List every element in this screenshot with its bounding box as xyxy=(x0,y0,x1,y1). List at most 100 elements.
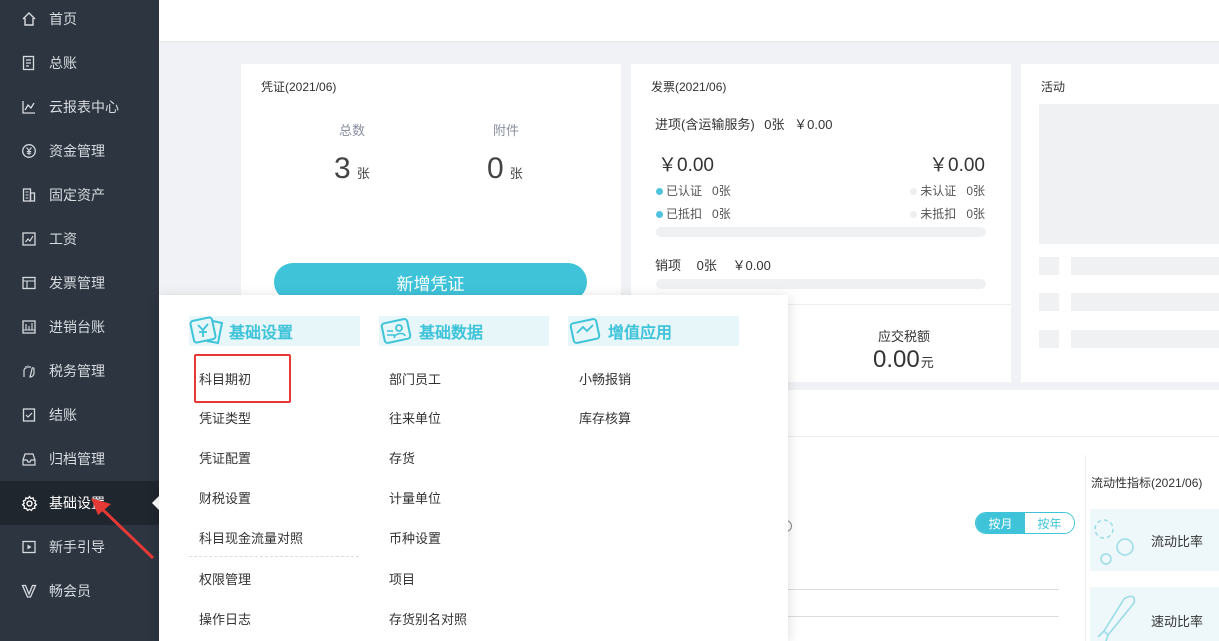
gear-icon xyxy=(20,494,38,512)
invoice-certified: 已认证 0张 xyxy=(656,182,731,199)
quick-ratio-card[interactable]: 速动比率 xyxy=(1090,587,1219,641)
invoice-icon xyxy=(20,274,38,292)
col-title-value-added: 增值应用 xyxy=(608,325,673,342)
certified-label: 已认证 xyxy=(666,184,703,198)
sidebar-item-label: 总账 xyxy=(49,55,77,71)
col-head-basic-data: 基础数据 xyxy=(379,316,549,346)
tax-unit: 元 xyxy=(920,355,934,370)
invoice-output-amount: ￥0.00 xyxy=(732,258,771,273)
menu-item-currency[interactable]: 币种设置 xyxy=(389,528,441,547)
liquidity-title: 流动性指标(2021/06) xyxy=(1091,476,1203,490)
sidebar-item-label: 归档管理 xyxy=(49,451,105,467)
undeducted-dot xyxy=(910,211,918,219)
sidebar-item-home[interactable]: 首页 xyxy=(0,0,159,41)
sidebar-item-label: 工资 xyxy=(49,231,77,247)
invoice-uncertified: 未认证 0张 xyxy=(910,182,985,199)
invoice-input-row: 进项(含运输服务) 0张 ￥0.00 xyxy=(655,114,832,133)
activity-line-bullet xyxy=(1039,293,1059,311)
voucher-total-label: 总数 xyxy=(339,123,366,138)
salary-chart-icon xyxy=(20,230,38,248)
activity-line-placeholder xyxy=(1071,257,1219,275)
sidebar-item-report-center[interactable]: 云报表中心 xyxy=(0,85,159,129)
current-ratio-label: 流动比率 xyxy=(1151,534,1204,549)
building-icon xyxy=(20,186,38,204)
certified-count: 0张 xyxy=(712,184,731,198)
activity-line-bullet xyxy=(1039,257,1059,275)
sidebar-item-funds[interactable]: 资金管理 xyxy=(0,129,159,173)
sidebar-item-fixed-assets[interactable]: 固定资产 xyxy=(0,173,159,217)
voucher-total-unit: 张 xyxy=(356,166,370,181)
menu-item-project[interactable]: 项目 xyxy=(389,569,415,588)
voucher-card-title: 凭证(2021/06) xyxy=(261,80,337,94)
sidebar-item-vip[interactable]: 畅会员 xyxy=(0,569,159,613)
chart-gridline xyxy=(788,589,1059,590)
sidebar-item-ledger[interactable]: 总账 xyxy=(0,41,159,85)
invoice-input-count: 0张 xyxy=(764,117,785,132)
sidebar-item-invoice[interactable]: 发票管理 xyxy=(0,261,159,305)
current-ratio-card[interactable]: 流动比率 xyxy=(1090,509,1219,571)
menu-item-inventory-alias[interactable]: 存货别名对照 xyxy=(389,609,467,628)
bubbles-icon xyxy=(1094,519,1134,565)
menu-item-tax-settings[interactable]: 财税设置 xyxy=(199,488,251,507)
sidebar-item-salary[interactable]: 工资 xyxy=(0,217,159,261)
menu-item-permissions[interactable]: 权限管理 xyxy=(199,569,251,588)
tax-amount: 0.00元 xyxy=(873,346,934,374)
menu-item-operation-log[interactable]: 操作日志 xyxy=(199,609,251,628)
uncertified-label: 未认证 xyxy=(920,184,957,198)
vip-v-icon xyxy=(20,582,38,600)
menu-item-department-staff[interactable]: 部门员工 xyxy=(389,369,441,388)
voucher-attach-count[interactable]: 0张 xyxy=(487,152,523,186)
yen-card-icon xyxy=(189,316,224,345)
toggle-month[interactable]: 按月 xyxy=(976,513,1025,533)
certified-dot xyxy=(656,188,663,196)
rocket-icon xyxy=(1097,595,1136,641)
lower-vertical-divider xyxy=(1085,455,1086,641)
tax-value: 0.00 xyxy=(873,346,920,373)
voucher-attach-unit: 张 xyxy=(509,166,523,181)
menu-item-voucher-config[interactable]: 凭证配置 xyxy=(199,448,251,467)
sidebar-item-label: 首页 xyxy=(49,11,77,27)
menu-item-partners[interactable]: 往来单位 xyxy=(389,408,441,427)
sidebar-item-tax[interactable]: 税务管理 xyxy=(0,349,159,393)
menu-item-cashflow-mapping[interactable]: 科目现金流量对照 xyxy=(199,528,303,547)
invoice-input-label: 进项(含运输服务) xyxy=(655,117,755,132)
sidebar-item-label: 云报表中心 xyxy=(49,99,119,115)
uncertified-dot xyxy=(910,188,918,196)
sidebar-item-label: 进销台账 xyxy=(49,319,105,335)
col-head-value-added: 增值应用 xyxy=(568,316,739,346)
sidebar-item-close-account[interactable]: 结账 xyxy=(0,393,159,437)
invoice-deducted: 已抵扣 0张 xyxy=(656,205,731,222)
menu-item-inventory[interactable]: 存货 xyxy=(389,448,415,467)
voucher-total-count[interactable]: 3张 xyxy=(334,152,370,186)
sidebar-item-stock-ledger[interactable]: 进销台账 xyxy=(0,305,159,349)
menu-item-voucher-type[interactable]: 凭证类型 xyxy=(199,408,251,427)
tax-hand-icon xyxy=(20,362,38,380)
invoice-output-count: 0张 xyxy=(696,258,717,273)
voucher-total-value: 3 xyxy=(334,152,351,185)
invoice-right-amount: ￥0.00 xyxy=(929,155,985,176)
activity-line-bullet xyxy=(1039,330,1059,348)
tax-label: 应交税额 xyxy=(878,329,931,344)
top-bar xyxy=(159,0,1219,42)
col-title-basic-settings: 基础设置 xyxy=(229,325,294,342)
menu-item-opening-balance[interactable]: 科目期初 xyxy=(199,369,251,388)
undeducted-label: 未抵扣 xyxy=(920,207,957,221)
menu-separator xyxy=(189,556,359,557)
menu-item-expense-reimbursement[interactable]: 小畅报销 xyxy=(579,369,631,388)
toggle-year[interactable]: 按年 xyxy=(1025,513,1074,533)
activity-card: 活动 xyxy=(1021,64,1219,382)
sidebar-item-archive[interactable]: 归档管理 xyxy=(0,437,159,481)
undeducted-count: 0张 xyxy=(966,207,985,221)
menu-item-inventory-accounting[interactable]: 库存核算 xyxy=(579,408,631,427)
basic-settings-dropdown: 基础设置 科目期初 凭证类型 凭证配置 财税设置 科目现金流量对照 权限管理 操… xyxy=(159,295,788,641)
output-progress-bar xyxy=(656,279,986,289)
activity-line-placeholder xyxy=(1071,330,1219,348)
menu-item-units[interactable]: 计量单位 xyxy=(389,488,441,507)
period-toggle[interactable]: 按月 按年 xyxy=(975,512,1075,534)
activity-card-title: 活动 xyxy=(1041,80,1066,94)
app-card-icon xyxy=(569,318,601,344)
sidebar-item-label: 结账 xyxy=(49,407,77,423)
voucher-attach-label: 附件 xyxy=(493,123,520,138)
col-head-basic-settings: 基础设置 xyxy=(189,316,360,346)
stock-ledger-icon xyxy=(20,318,38,336)
